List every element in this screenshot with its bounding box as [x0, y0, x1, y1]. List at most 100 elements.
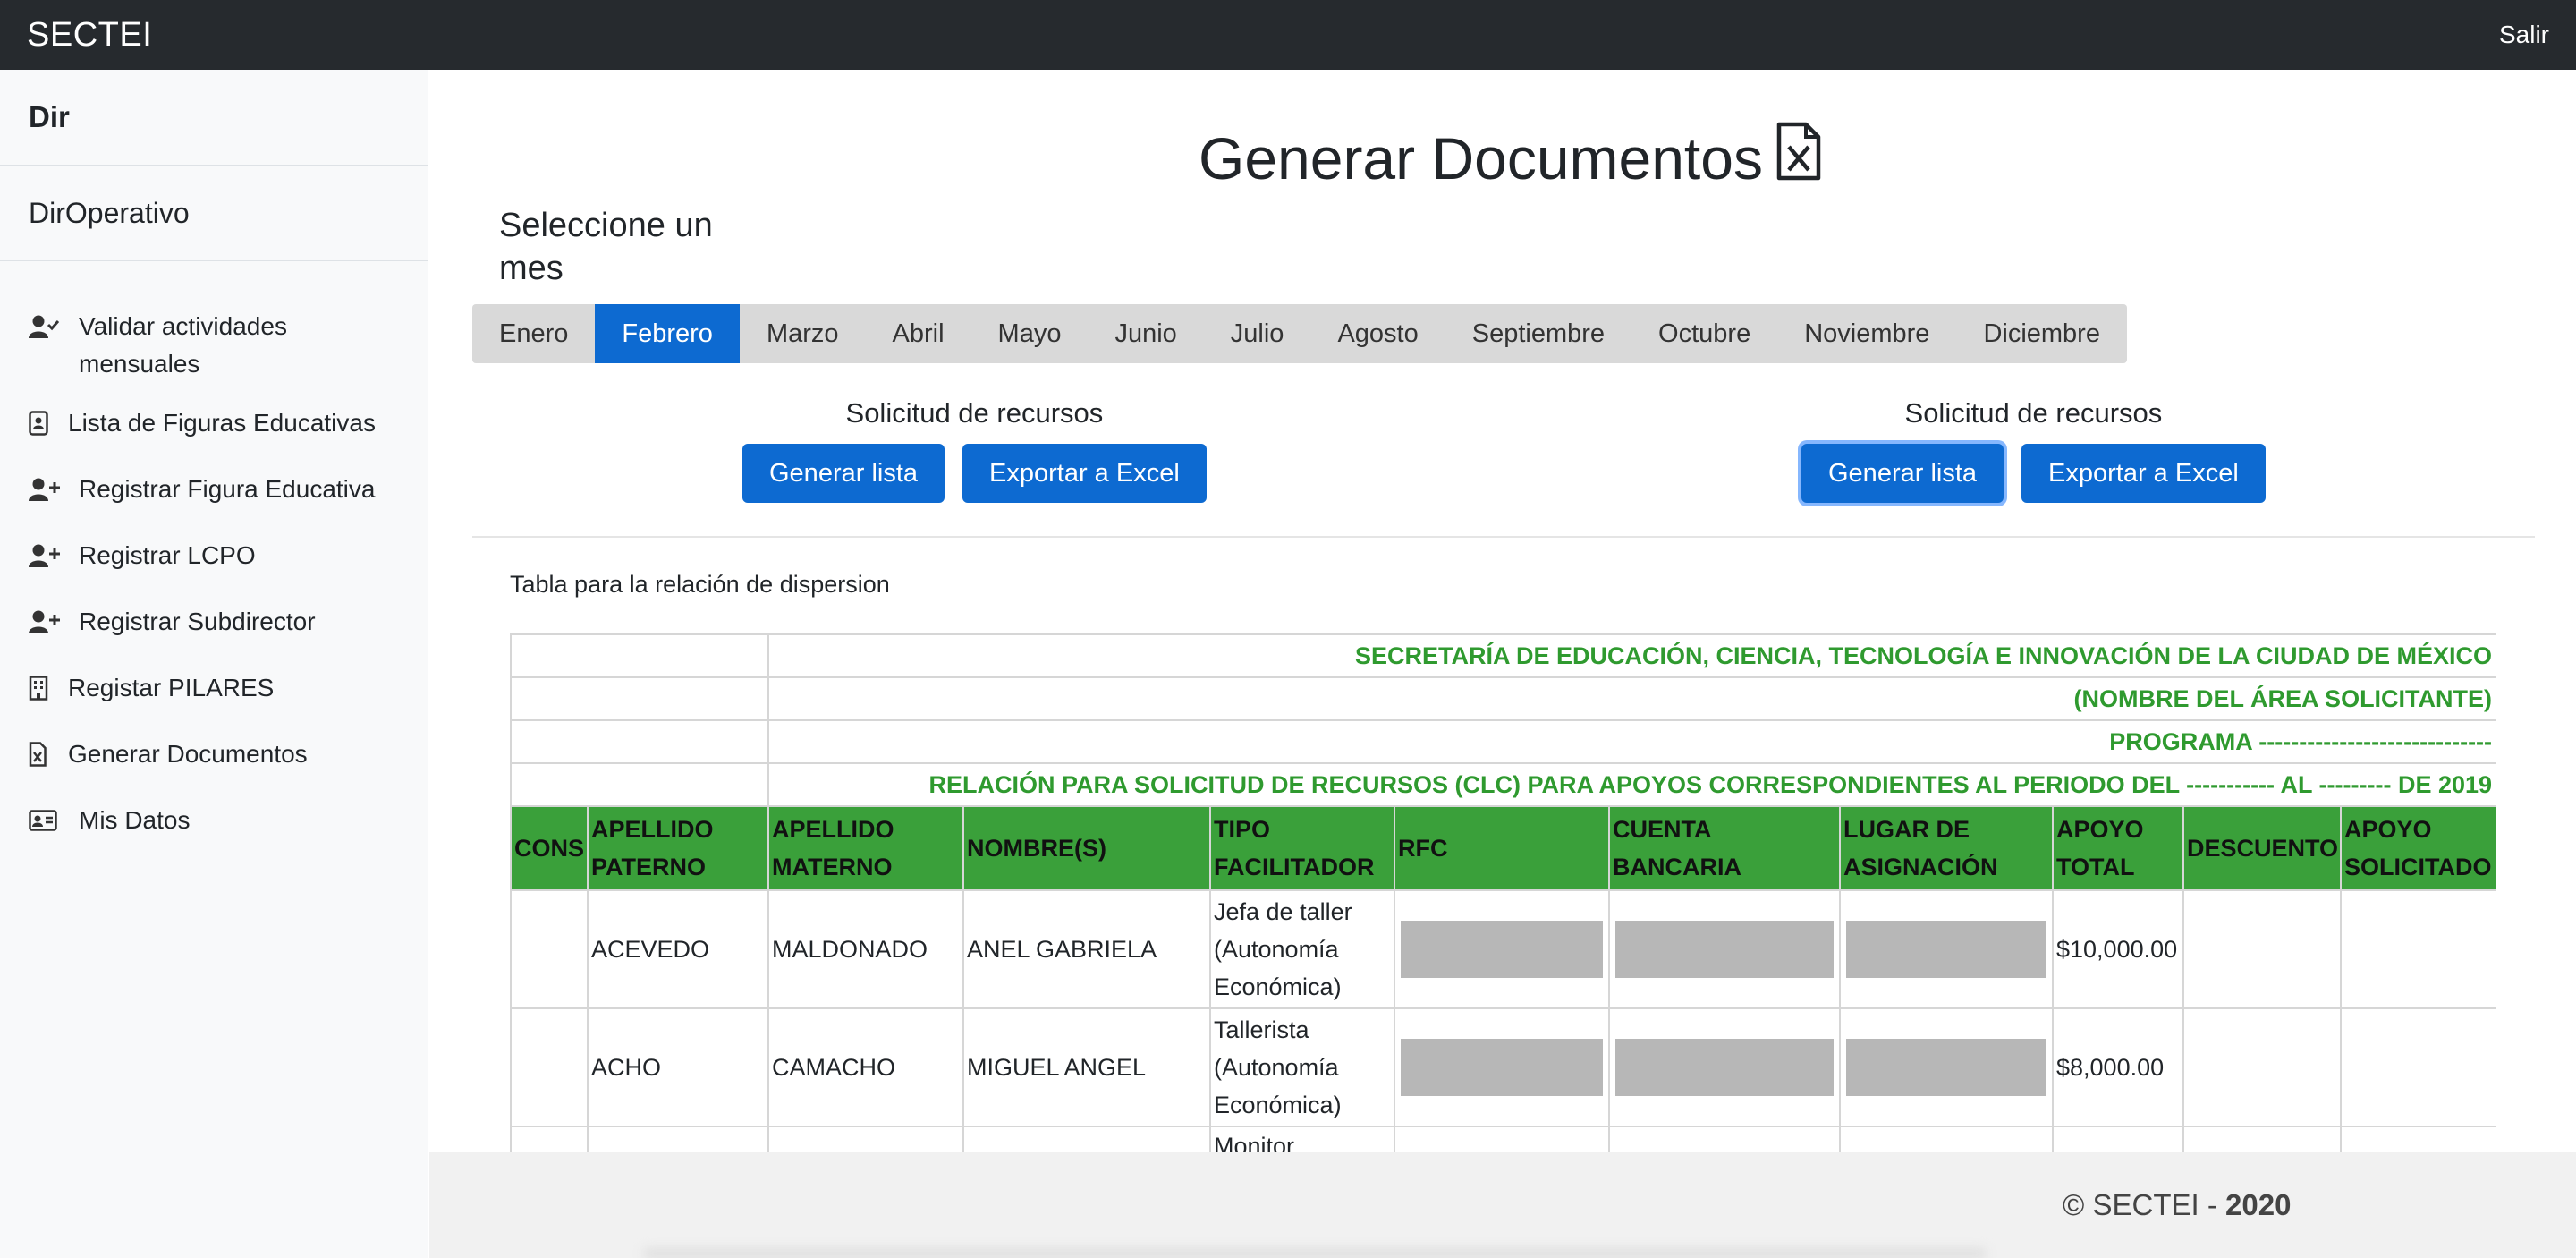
- table-title-secretaria: SECRETARÍA DE EDUCACIÓN, CIENCIA, TECNOL…: [767, 633, 2496, 678]
- column-header: DESCUENTO: [2182, 805, 2342, 891]
- month-tab-febrero[interactable]: Febrero: [595, 304, 740, 363]
- export-excel-button[interactable]: Exportar a Excel: [962, 444, 1207, 503]
- cell-cons: [510, 1007, 589, 1127]
- table-row: ACHO CAMACHO MIGUEL ANGEL Tallerista (Au…: [510, 1007, 2496, 1127]
- cell-apellido-paterno: ACEVEDO: [587, 889, 769, 1009]
- sidebar-item-label: Registrar Figura Educativa: [79, 475, 376, 503]
- logout-link[interactable]: Salir: [2499, 21, 2549, 49]
- cell-rfc: [1394, 1126, 1610, 1152]
- column-header: APOYO SOLICITADO: [2339, 805, 2496, 891]
- building-icon: [29, 669, 68, 707]
- month-tab-junio[interactable]: Junio: [1088, 304, 1203, 363]
- cell-nombre: ANEL GABRIELA: [962, 889, 1211, 1009]
- redacted-block: [1846, 1039, 2046, 1096]
- copyright-year: 2020: [2225, 1188, 2292, 1221]
- sidebar-item-label: Registrar LCPO: [79, 541, 256, 569]
- month-tab-mayo[interactable]: Mayo: [971, 304, 1089, 363]
- column-header: TIPO FACILITADOR: [1209, 805, 1395, 891]
- month-tab-enero[interactable]: Enero: [472, 304, 595, 363]
- sidebar-item-registrar-figura[interactable]: Registrar Figura Educativa: [0, 460, 428, 526]
- table-title-programa: PROGRAMA -----------------------------: [767, 719, 2496, 764]
- month-tab-marzo[interactable]: Marzo: [740, 304, 866, 363]
- cell-apoyo-solicitado: [2339, 889, 2496, 1009]
- sidebar-item-label: Registrar Subdirector: [79, 608, 316, 635]
- request-group-1: Solicitud de recursos Generar lista Expo…: [742, 397, 1207, 503]
- table-title-area: (NOMBRE DEL ÁREA SOLICITANTE): [767, 676, 2496, 721]
- cell-tipo-facilitador: Tallerista (Autonomía Económica): [1209, 1007, 1395, 1127]
- cell-apellido-paterno: ACHO: [587, 1007, 769, 1127]
- month-tab-abril[interactable]: Abril: [866, 304, 971, 363]
- id-card-icon: [29, 802, 79, 839]
- sidebar-item-registrar-lcpo[interactable]: Registrar LCPO: [0, 526, 428, 592]
- file-excel-icon: [29, 735, 68, 773]
- month-tab-noviembre[interactable]: Noviembre: [1777, 304, 1956, 363]
- footer-shadow: [644, 1249, 1986, 1258]
- cell-cons: [510, 889, 589, 1009]
- cell-apellido-materno: CAMACHO: [767, 1007, 964, 1127]
- section-divider: [472, 536, 2535, 538]
- sidebar: Dir DirOperativo Validar actividades men…: [0, 70, 428, 1258]
- table-title-row: (NOMBRE DEL ÁREA SOLICITANTE): [510, 676, 2496, 721]
- table-title-row: SECRETARÍA DE EDUCACIÓN, CIENCIA, TECNOL…: [510, 633, 2496, 678]
- sidebar-item-label: Lista de Figuras Educativas: [68, 409, 376, 437]
- cell-descuento: [2182, 889, 2342, 1009]
- column-header: CUENTA BANCARIA: [1608, 805, 1841, 891]
- generate-list-button[interactable]: Generar lista: [1801, 444, 2004, 503]
- file-excel-icon: [1775, 122, 1822, 194]
- column-header: CONS: [510, 805, 589, 891]
- table-title-row: RELACIÓN PARA SOLICITUD DE RECURSOS (CLC…: [510, 762, 2496, 807]
- sidebar-item-registrar-subdirector[interactable]: Registrar Subdirector: [0, 592, 428, 659]
- cell-rfc: [1394, 889, 1610, 1009]
- sidebar-item-registrar-pilares[interactable]: Registar PILARES: [0, 659, 428, 725]
- month-tab-octubre[interactable]: Octubre: [1631, 304, 1777, 363]
- month-tab-agosto[interactable]: Agosto: [1310, 304, 1445, 363]
- export-excel-button[interactable]: Exportar a Excel: [2021, 444, 2266, 503]
- sidebar-item-validar-actividades[interactable]: Validar actividades mensuales: [0, 297, 428, 394]
- column-header: APOYO TOTAL: [2052, 805, 2184, 891]
- cell-tipo-facilitador: Monitor: [1209, 1126, 1395, 1152]
- main-content: Generar Documentos Seleccione un mes Ene…: [429, 70, 2576, 1152]
- column-header: APELLIDO MATERNO: [767, 805, 964, 891]
- cell-apoyo-total: $8,000.00: [2052, 1007, 2184, 1127]
- cell-apoyo-solicitado: [2339, 1007, 2496, 1127]
- redacted-block: [1615, 1039, 1834, 1096]
- sidebar-header-subtitle: DirOperativo: [0, 166, 428, 261]
- column-header: RFC: [1394, 805, 1610, 891]
- user-plus-icon: [29, 537, 79, 574]
- sidebar-header-title: Dir: [0, 70, 428, 166]
- redacted-block: [1615, 921, 1834, 978]
- column-header: APELLIDO PATERNO: [587, 805, 769, 891]
- month-prompt: Seleccione un mes: [499, 207, 713, 287]
- column-header: LUGAR DE ASIGNACIÓN: [1839, 805, 2054, 891]
- sidebar-item-lista-figuras[interactable]: Lista de Figuras Educativas: [0, 394, 428, 460]
- table-title-row: PROGRAMA -----------------------------: [510, 719, 2496, 764]
- month-tab-septiembre[interactable]: Septiembre: [1445, 304, 1631, 363]
- cell-tipo-facilitador: Jefa de taller (Autonomía Económica): [1209, 889, 1395, 1009]
- generate-list-button[interactable]: Generar lista: [742, 444, 945, 503]
- sidebar-item-generar-documentos[interactable]: Generar Documentos: [0, 725, 428, 791]
- user-plus-icon: [29, 471, 79, 508]
- cell-cuenta-bancaria: [1608, 1126, 1841, 1152]
- table-title-relacion: RELACIÓN PARA SOLICITUD DE RECURSOS (CLC…: [767, 762, 2496, 807]
- sidebar-item-mis-datos[interactable]: Mis Datos: [0, 791, 428, 857]
- footer-copyright: © SECTEI - 2020: [2063, 1188, 2291, 1222]
- cell-lugar-asignacion: [1839, 889, 2054, 1009]
- request-group-label: Solicitud de recursos: [1904, 397, 2163, 429]
- request-group-label: Solicitud de recursos: [845, 397, 1104, 429]
- page-title: Generar Documentos: [1199, 122, 1822, 194]
- user-check-icon: [29, 308, 79, 345]
- cell-cuenta-bancaria: [1608, 889, 1841, 1009]
- copyright-text: © SECTEI -: [2063, 1188, 2217, 1221]
- brand-logo[interactable]: SECTEI: [27, 16, 152, 55]
- cell-apellido-materno: [767, 1126, 964, 1152]
- month-tab-julio[interactable]: Julio: [1204, 304, 1311, 363]
- sidebar-item-label: Validar actividades mensuales: [79, 312, 287, 378]
- cell-descuento: [2182, 1007, 2342, 1127]
- dispersion-table-container[interactable]: SECRETARÍA DE EDUCACIÓN, CIENCIA, TECNOL…: [510, 633, 2496, 1152]
- cell-rfc: [1394, 1007, 1610, 1127]
- cell-apellido-paterno: [587, 1126, 769, 1152]
- month-tab-diciembre[interactable]: Diciembre: [1956, 304, 2127, 363]
- user-plus-icon: [29, 603, 79, 641]
- cell-apoyo-total: $10,000.00: [2052, 889, 2184, 1009]
- table-row: ACEVEDO MALDONADO ANEL GABRIELA Jefa de …: [510, 889, 2496, 1009]
